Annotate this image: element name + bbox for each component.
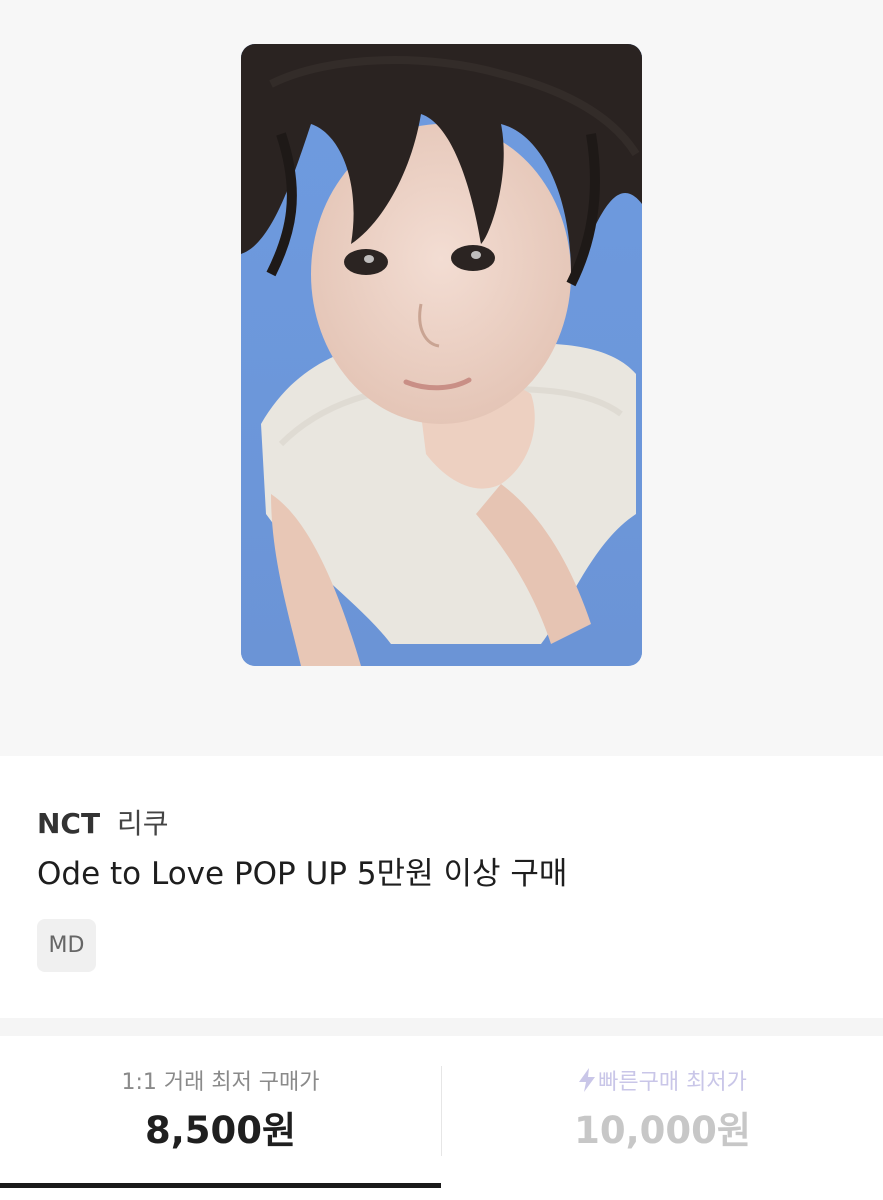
tab-one-to-one-price[interactable]: 1:1 거래 최저 구매가 8,500원 — [0, 1068, 441, 1154]
section-divider — [0, 1018, 883, 1036]
product-photocard-image[interactable] — [241, 44, 642, 666]
member-name[interactable]: 리쿠 — [117, 807, 169, 840]
quick-buy-price-label: 빠른구매 최저가 — [598, 1070, 747, 1095]
artist-line[interactable]: NCT 리쿠 — [37, 806, 169, 842]
quick-buy-price-label-row: 빠른구매 최저가 — [442, 1068, 883, 1098]
quick-buy-price-value: 10,000원 — [574, 1109, 751, 1152]
active-tab-indicator — [0, 1183, 441, 1188]
category-tag[interactable]: MD — [37, 919, 96, 972]
group-name[interactable]: NCT — [37, 807, 100, 840]
one-to-one-price-value: 8,500원 — [144, 1109, 297, 1152]
tab-quick-buy-price[interactable]: 빠른구매 최저가 10,000원 — [442, 1068, 883, 1154]
lightning-bolt-icon — [579, 1068, 596, 1092]
one-to-one-price-label: 1:1 거래 최저 구매가 — [121, 1070, 320, 1095]
photocard-illustration — [241, 44, 642, 666]
product-title: Ode to Love POP UP 5만원 이상 구매 — [37, 856, 568, 892]
